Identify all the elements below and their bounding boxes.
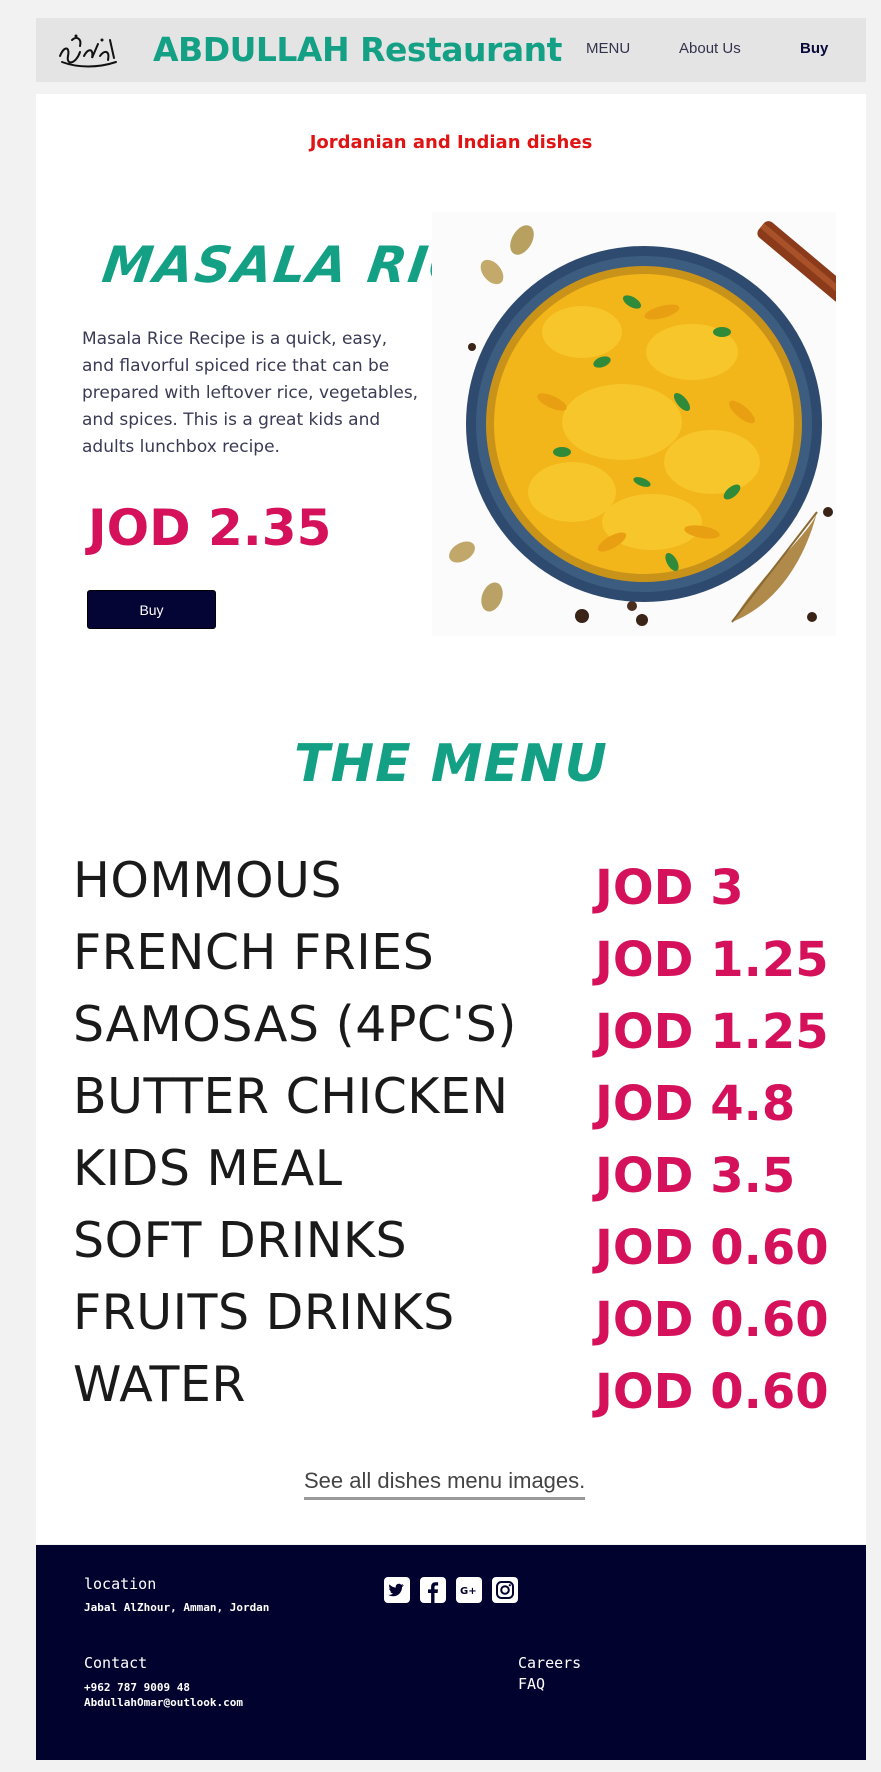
faq-link[interactable]: FAQ [518,1675,545,1693]
menu-item-name: HOMMOUS [73,852,343,909]
facebook-icon[interactable] [420,1577,446,1603]
instagram-icon[interactable] [492,1577,518,1603]
menu-item-price: JOD 1.25 [595,1004,829,1060]
featured-buy-button[interactable]: Buy [87,590,216,629]
navbar: ABDULLAH Restaurant MENU About Us Buy [36,18,866,82]
featured-dish-title-wrap: MASALA RICE [98,229,442,301]
contact-email: AbdullahOmar@outlook.com [84,1696,243,1709]
menu-item-price: JOD 1.25 [595,932,829,988]
location-value: Jabal AlZhour, Amman, Jordan [84,1601,270,1614]
menu-item-price: JOD 3 [595,860,744,916]
contact-heading: Contact [84,1654,148,1672]
menu-item-price: JOD 0.60 [595,1220,829,1276]
featured-dish-description: Masala Rice Recipe is a quick, easy, and… [82,329,419,457]
nav-buy-link[interactable]: Buy [800,40,828,57]
main-content: Jordanian and Indian dishes MASALA RICE … [36,94,866,1544]
arabic-calligraphy-logo[interactable] [54,26,122,72]
nav-menu-link[interactable]: MENU [586,40,630,57]
footer: location Jabal AlZhour, Amman, Jordan G+… [36,1545,866,1760]
menu-item-price: JOD 0.60 [595,1292,829,1348]
menu-item-name: WATER [73,1356,246,1413]
menu-item: WATER JOD 0.60 [73,1356,853,1440]
nav-about-link[interactable]: About Us [679,40,741,57]
svg-text:G+: G+ [460,1586,477,1597]
careers-link[interactable]: Careers [518,1654,581,1672]
menu-item-price: JOD 0.60 [595,1364,829,1420]
menu-item-name: FRENCH FRIES [73,924,435,981]
menu-item-name: KIDS MEAL [73,1140,343,1197]
featured-dish-price: JOD 2.35 [88,499,332,557]
twitter-icon[interactable] [384,1577,410,1603]
featured-dish-title: MASALA RICE [98,236,442,294]
menu-item-price: JOD 4.8 [595,1076,796,1132]
menu-list: HOMMOUS JOD 3 FRENCH FRIES JOD 1.25 SAMO… [73,852,853,1440]
menu-heading: THE MENU [294,734,608,794]
cuisine-subtitle: Jordanian and Indian dishes [309,132,593,153]
menu-item-name: SOFT DRINKS [73,1212,408,1269]
brand-title: ABDULLAH Restaurant [153,30,562,69]
masala-rice-image [432,212,836,636]
menu-item-price: JOD 3.5 [595,1148,796,1204]
menu-item-name: BUTTER CHICKEN [73,1068,509,1125]
contact-phone: +962 787 9009 48 [84,1681,190,1694]
see-all-dishes-link[interactable]: See all dishes menu images. [304,1468,586,1500]
menu-item-name: FRUITS DRINKS [73,1284,455,1341]
menu-item-name: SAMOSAS (4PC'S) [73,996,517,1053]
google-plus-icon[interactable]: G+ [456,1577,482,1603]
location-heading: location [84,1575,157,1593]
